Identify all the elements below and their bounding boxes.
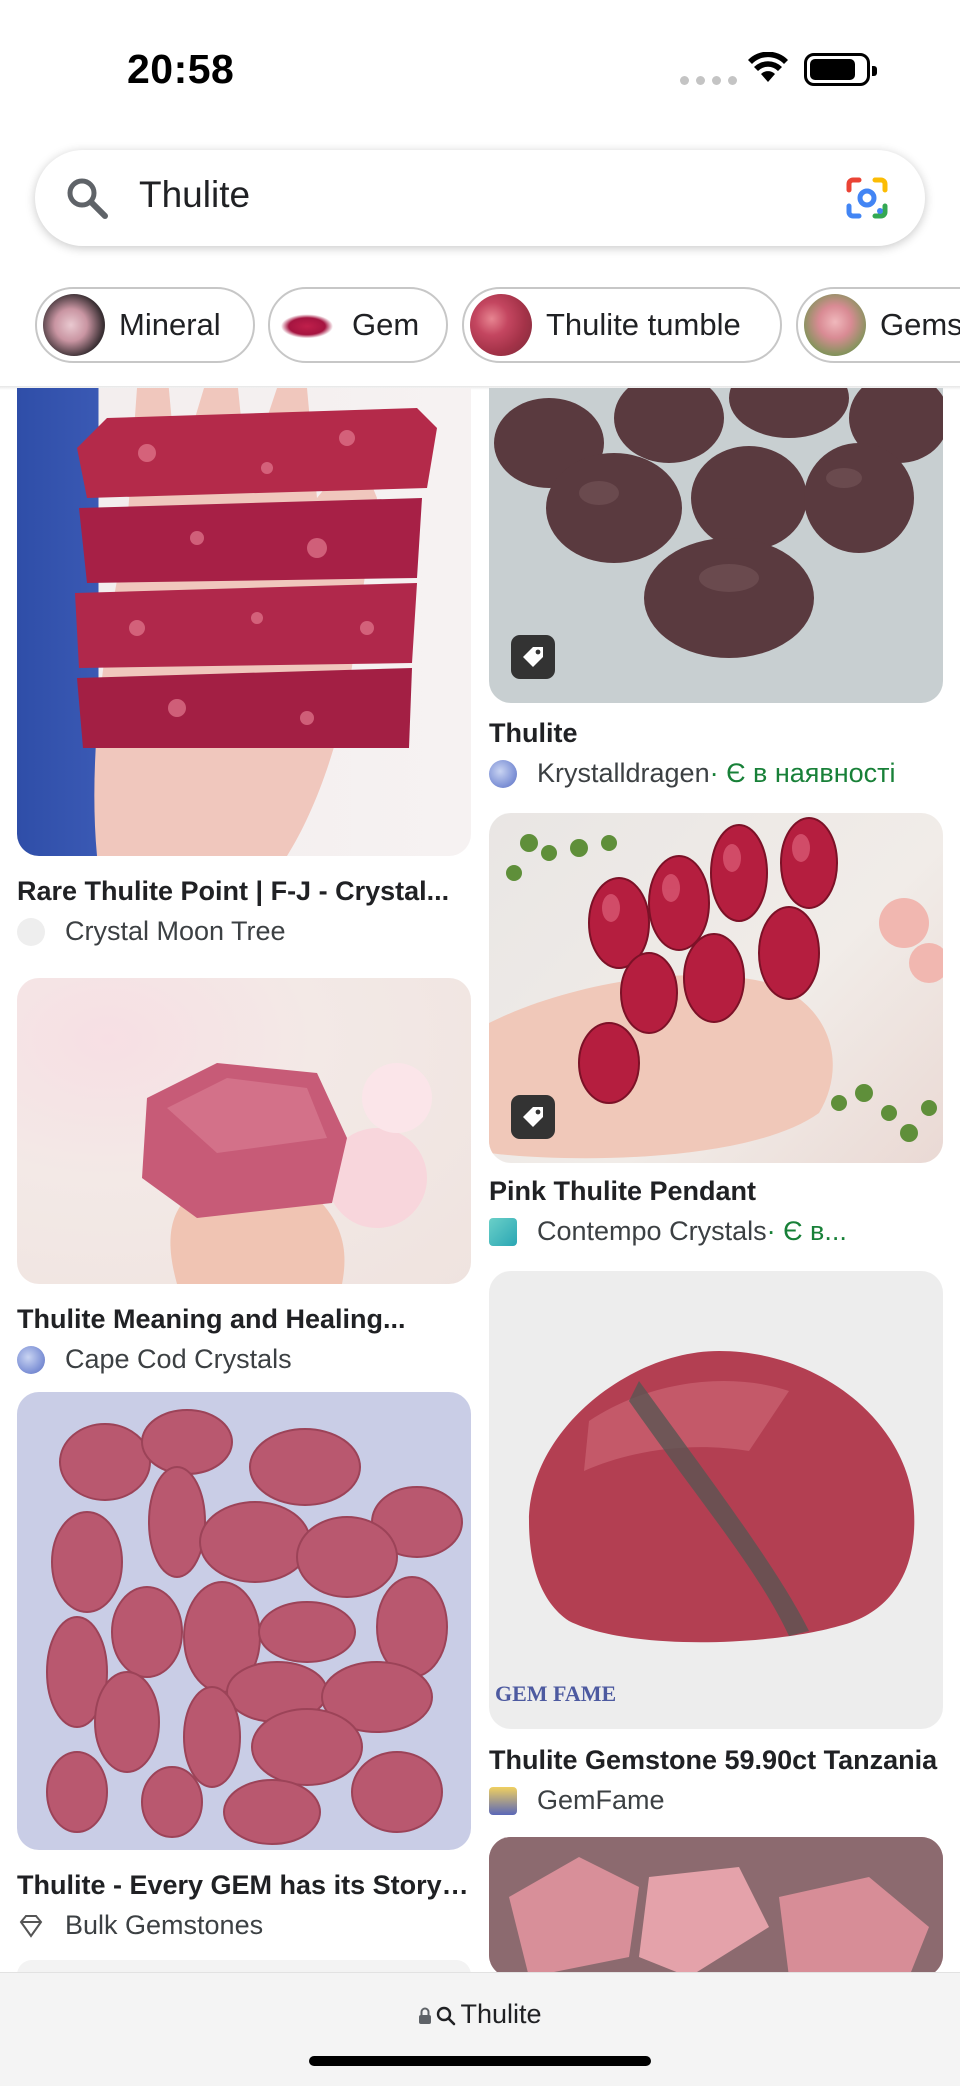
thulite-pendants-photo — [489, 817, 943, 1159]
chip-gem[interactable]: Gem — [268, 287, 448, 363]
result-image[interactable] — [17, 1392, 471, 1850]
chip-mineral[interactable]: Mineral — [35, 287, 255, 363]
google-lens-icon[interactable] — [845, 176, 889, 220]
home-indicator[interactable] — [309, 2056, 651, 2066]
address-bar[interactable]: Thulite — [0, 1999, 960, 2030]
result-title[interactable]: Thulite Meaning and Healing... — [17, 1304, 471, 1335]
result-card-thulite-gemstone-tanzania[interactable]: GEM FAME Thulite Gemstone 59.90ct Tanzan… — [489, 1271, 943, 1815]
search-box[interactable]: Thulite — [35, 150, 925, 246]
thulite-eggs-photo — [494, 388, 943, 658]
thulite-rough-pieces-photo — [489, 1837, 943, 1972]
globe-icon — [489, 759, 517, 788]
result-title[interactable]: Thulite — [489, 718, 943, 749]
result-card-partial[interactable] — [17, 1960, 471, 1972]
safari-bottom-bar: Thulite — [0, 1972, 960, 2086]
result-title[interactable]: Pink Thulite Pendant — [489, 1176, 943, 1207]
result-source[interactable]: Cape Cod Crystals — [17, 1344, 471, 1375]
gemfame-watermark: GEM FAME — [495, 1681, 617, 1706]
wifi-icon — [748, 52, 788, 82]
result-image[interactable] — [489, 813, 943, 1163]
chip-label: Mineral — [119, 307, 221, 342]
globe-icon — [17, 1345, 45, 1374]
thulite-points-photo — [75, 388, 437, 856]
lock-icon — [419, 2007, 432, 2024]
chip-thumbnail — [470, 294, 532, 356]
thulite-cabochons-photo — [46, 1409, 463, 1845]
result-image[interactable] — [17, 388, 471, 856]
chip-thumbnail — [804, 294, 866, 356]
product-tag-icon — [511, 1095, 555, 1139]
chip-label: Gem — [352, 307, 420, 342]
search-icon[interactable] — [65, 176, 109, 220]
search-icon — [437, 2006, 456, 2026]
chip-label: Thulite tumble — [546, 307, 741, 342]
related-searches-chips: Mineral Gem Thulite tumble Gemstone — [0, 284, 960, 366]
result-card-thulite-krystalldragen[interactable]: Thulite Krystalldragen · Є в наявності — [489, 388, 943, 788]
result-image[interactable] — [17, 978, 471, 1284]
image-results-grid: Rare Thulite Point | F-J - Crystal... Cr… — [0, 388, 960, 1972]
chip-gemstone[interactable]: Gemstone — [796, 287, 960, 363]
result-source[interactable]: GemFame — [489, 1785, 943, 1816]
result-title[interactable]: Rare Thulite Point | F-J - Crystal... — [17, 876, 471, 907]
result-source[interactable]: Krystalldragen · Є в наявності — [489, 758, 943, 789]
chip-label: Gemstone — [880, 307, 960, 342]
chip-thumbnail — [276, 294, 338, 356]
result-card-rough-thulite[interactable] — [489, 1837, 943, 1972]
result-card-every-gem-story[interactable]: Thulite - Every GEM has its Story!... Bu… — [17, 1392, 471, 1952]
in-stock-label: · Є в наявності — [709, 758, 896, 788]
result-source[interactable]: Bulk Gemstones — [17, 1910, 471, 1941]
result-card-rare-thulite-point[interactable]: Rare Thulite Point | F-J - Crystal... Cr… — [17, 388, 471, 946]
result-source[interactable]: Crystal Moon Tree — [17, 916, 471, 947]
product-tag-icon — [511, 635, 555, 679]
result-title[interactable]: Thulite - Every GEM has its Story!... — [17, 1870, 471, 1901]
result-image[interactable] — [17, 1960, 471, 1972]
clock: 20:58 — [127, 46, 235, 92]
chip-thumbnail — [43, 294, 105, 356]
in-stock-label: · Є в... — [766, 1216, 847, 1246]
diamond-icon — [19, 1914, 43, 1938]
result-source[interactable]: Contempo Crystals · Є в... — [489, 1216, 943, 1247]
result-title[interactable]: Thulite Gemstone 59.90ct Tanzania — [489, 1745, 943, 1776]
crown-icon — [489, 1786, 517, 1815]
thulite-heart-cabochon-photo — [529, 1351, 915, 1643]
result-card-thulite-meaning[interactable]: Thulite Meaning and Healing... Cape Cod … — [17, 978, 471, 1374]
site-favicon — [489, 1217, 517, 1246]
status-bar: 20:58 — [0, 0, 960, 140]
search-input[interactable]: Thulite — [139, 174, 250, 216]
result-image[interactable] — [489, 1837, 943, 1972]
result-image[interactable] — [489, 388, 943, 703]
cellular-signal-icon — [680, 76, 737, 85]
result-image[interactable]: GEM FAME — [489, 1271, 943, 1729]
address-text: Thulite — [460, 1999, 542, 2029]
chip-thulite-tumble[interactable]: Thulite tumble — [462, 287, 782, 363]
thulite-rough-stone-photo — [142, 1063, 432, 1284]
site-favicon — [17, 917, 45, 946]
battery-icon — [804, 53, 877, 86]
result-card-pink-thulite-pendant[interactable]: Pink Thulite Pendant Contempo Crystals ·… — [489, 813, 943, 1253]
